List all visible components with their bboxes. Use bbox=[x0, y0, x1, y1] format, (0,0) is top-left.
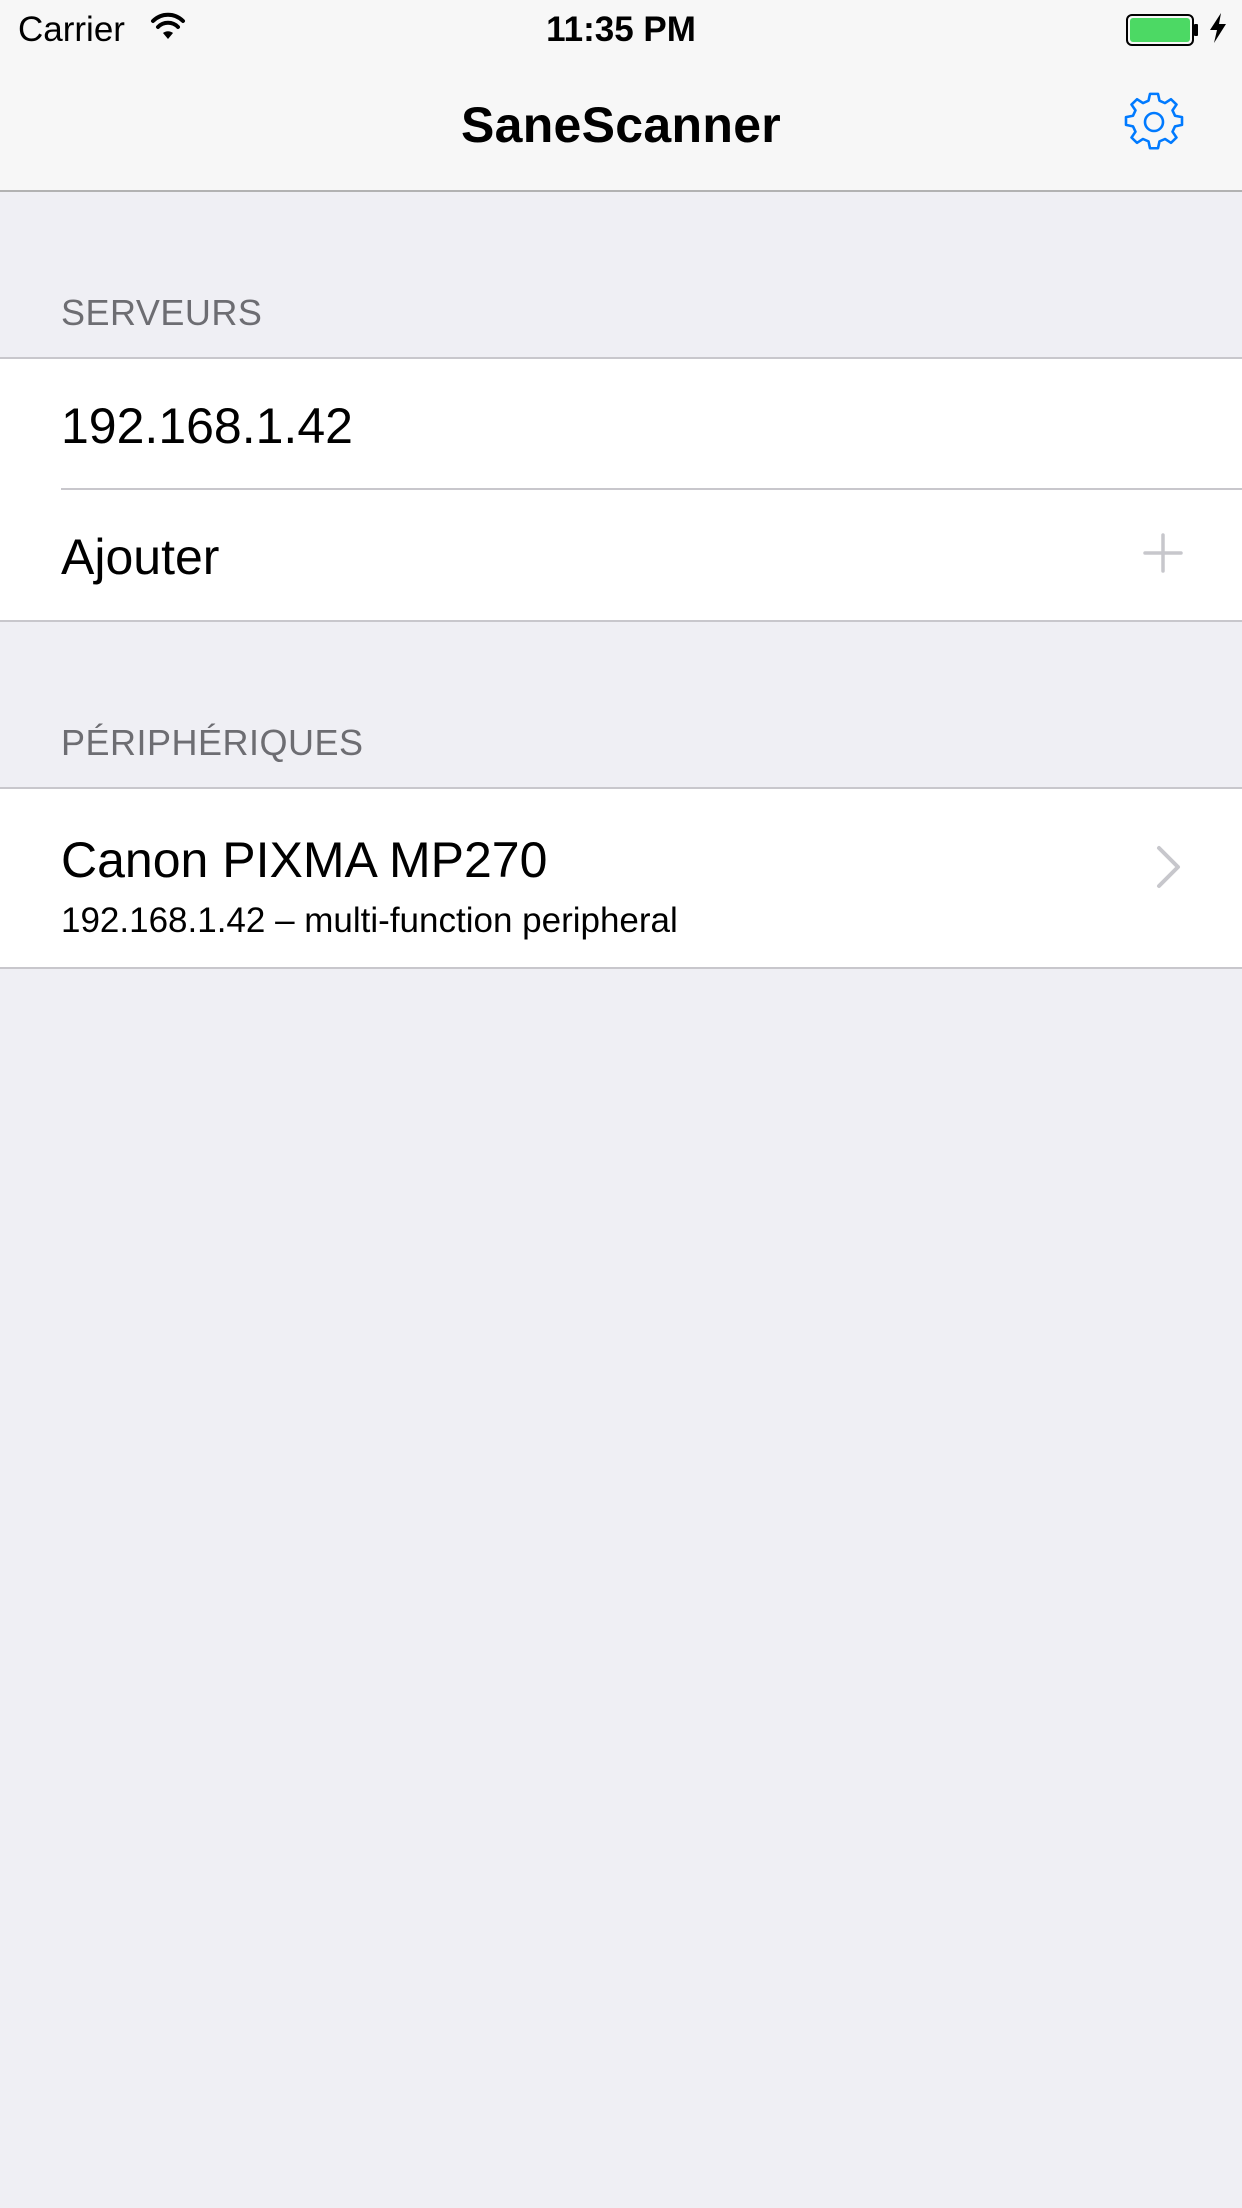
settings-button[interactable] bbox=[1124, 92, 1184, 152]
server-row[interactable]: 192.168.1.42 bbox=[0, 359, 1242, 490]
device-row[interactable]: Canon PIXMA MP270 192.168.1.42 – multi-f… bbox=[0, 789, 1242, 967]
device-subtitle: 192.168.1.42 – multi-function peripheral bbox=[61, 901, 678, 940]
navigation-bar: SaneScanner bbox=[0, 60, 1242, 192]
chevron-right-icon bbox=[1156, 845, 1182, 894]
server-address: 192.168.1.42 bbox=[61, 398, 353, 454]
charging-bolt-icon bbox=[1208, 12, 1228, 49]
page-title: SaneScanner bbox=[460, 97, 782, 153]
devices-list: Canon PIXMA MP270 192.168.1.42 – multi-f… bbox=[0, 787, 1242, 969]
add-server-row[interactable]: Ajouter bbox=[0, 490, 1242, 620]
add-server-label: Ajouter bbox=[61, 529, 220, 585]
servers-section-header: SERVEURS bbox=[61, 292, 263, 333]
servers-list: 192.168.1.42 Ajouter bbox=[0, 357, 1242, 622]
battery-icon bbox=[1126, 14, 1200, 51]
device-title: Canon PIXMA MP270 bbox=[61, 832, 548, 888]
plus-icon bbox=[1143, 533, 1183, 578]
status-bar: Carrier 11:35 PM bbox=[0, 0, 1242, 60]
clock-label: 11:35 PM bbox=[546, 10, 696, 49]
gear-icon bbox=[1124, 92, 1184, 156]
devices-section-header: PÉRIPHÉRIQUES bbox=[61, 722, 364, 763]
